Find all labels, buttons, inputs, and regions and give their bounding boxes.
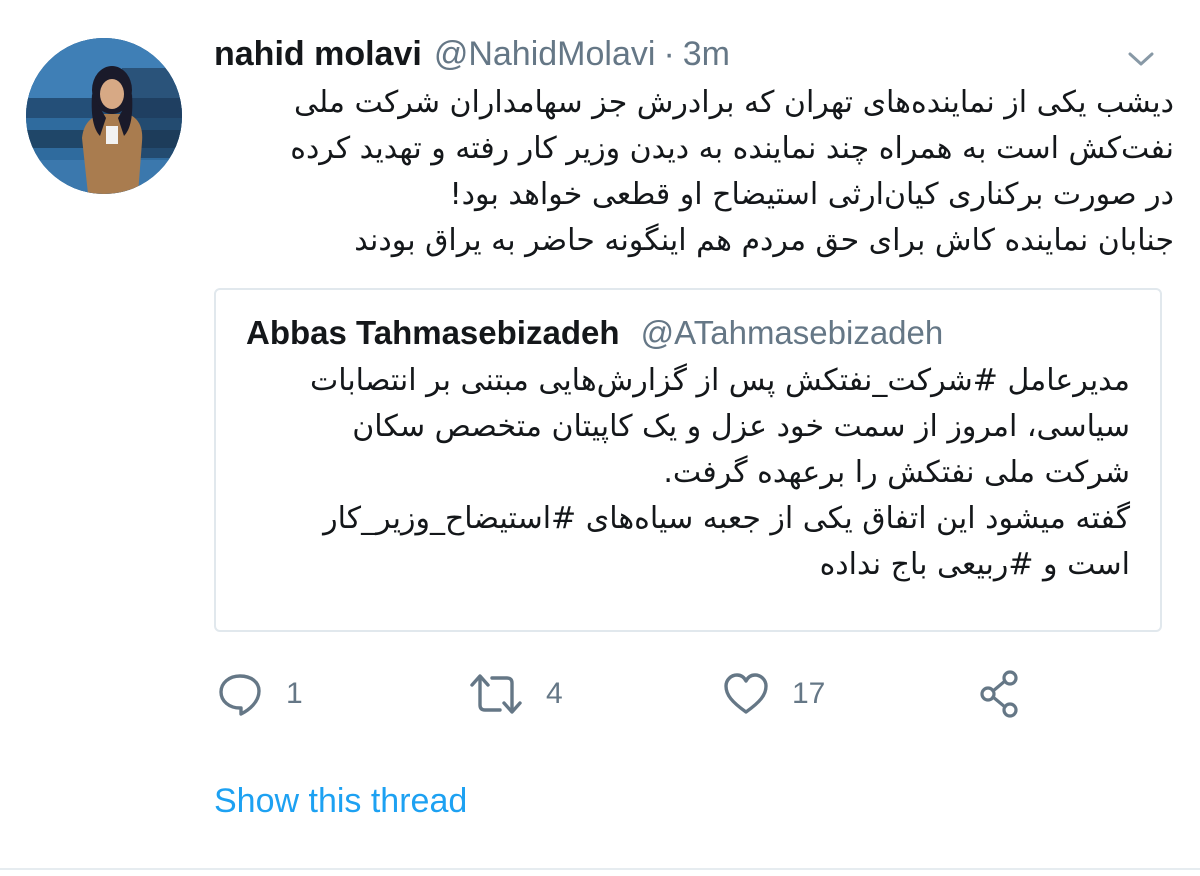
avatar-photo <box>26 38 182 194</box>
share-button[interactable] <box>976 666 1024 722</box>
quoted-tweet-text: مدیرعامل #شرکت_نفتکش پس از گزارش‌هایی مب… <box>250 358 1130 588</box>
quoted-tweet-header: Abbas Tahmasebizadeh @ATahmasebizadeh <box>246 310 943 356</box>
quoted-author-handle: @ATahmasebizadeh <box>640 314 944 351</box>
author-display-name[interactable]: nahid molavi <box>214 30 422 78</box>
tweet-text: دیشب یکی از نماینده‌های تهران که برادرش … <box>214 80 1174 264</box>
author-handle[interactable]: @NahidMolavi <box>434 30 656 78</box>
tweet-actions: 1 4 17 <box>0 666 1200 722</box>
heart-icon <box>724 673 768 714</box>
divider <box>0 868 1200 870</box>
quoted-text-line: مدیرعامل #شرکت_نفتکش پس از گزارش‌هایی مب… <box>309 363 1130 398</box>
tweet-header: nahid molavi @NahidMolavi · 3m <box>214 30 730 78</box>
quoted-text-line: شرکت ملی نفتکش را برعهده گرفت. <box>663 455 1130 490</box>
quoted-text-line: گفته میشود این اتفاق یکی از جعبه سیاه‌ها… <box>323 501 1130 536</box>
chevron-down-icon[interactable] <box>1126 48 1156 70</box>
like-button[interactable]: 17 <box>722 666 825 722</box>
retweet-count: 4 <box>546 677 563 710</box>
quoted-tweet[interactable]: Abbas Tahmasebizadeh @ATahmasebizadeh مد… <box>214 288 1162 632</box>
tweet-card[interactable]: nahid molavi @NahidMolavi · 3m دیشب یکی … <box>0 0 1200 876</box>
show-thread-link[interactable]: Show this thread <box>214 778 467 824</box>
tweet-text-line: جنابان نماینده کاش برای حق مردم هم اینگو… <box>354 223 1174 258</box>
reply-button[interactable]: 1 <box>216 666 303 722</box>
share-icon <box>980 670 1018 718</box>
reply-count: 1 <box>286 677 303 710</box>
quoted-text-line: است و #ربیعی باج نداده <box>819 547 1130 582</box>
separator-dot: · <box>663 35 675 73</box>
avatar[interactable] <box>26 38 182 194</box>
retweet-icon <box>470 674 522 714</box>
like-count: 17 <box>792 677 826 710</box>
timestamp[interactable]: 3m <box>683 30 730 78</box>
quoted-text-line: سیاسی، امروز از سمت خود عزل و یک کاپیتان… <box>352 409 1130 444</box>
quoted-author-display-name: Abbas Tahmasebizadeh <box>246 314 620 351</box>
tweet-text-line: در صورت برکناری کیان‌ارثی استیضاح او قطع… <box>449 177 1174 212</box>
retweet-button[interactable]: 4 <box>468 666 563 722</box>
tweet-text-line: دیشب یکی از نماینده‌های تهران که برادرش … <box>294 85 1174 120</box>
reply-icon <box>219 674 261 716</box>
tweet-text-line: نفت‌کش است به همراه چند نماینده به دیدن … <box>290 131 1174 166</box>
